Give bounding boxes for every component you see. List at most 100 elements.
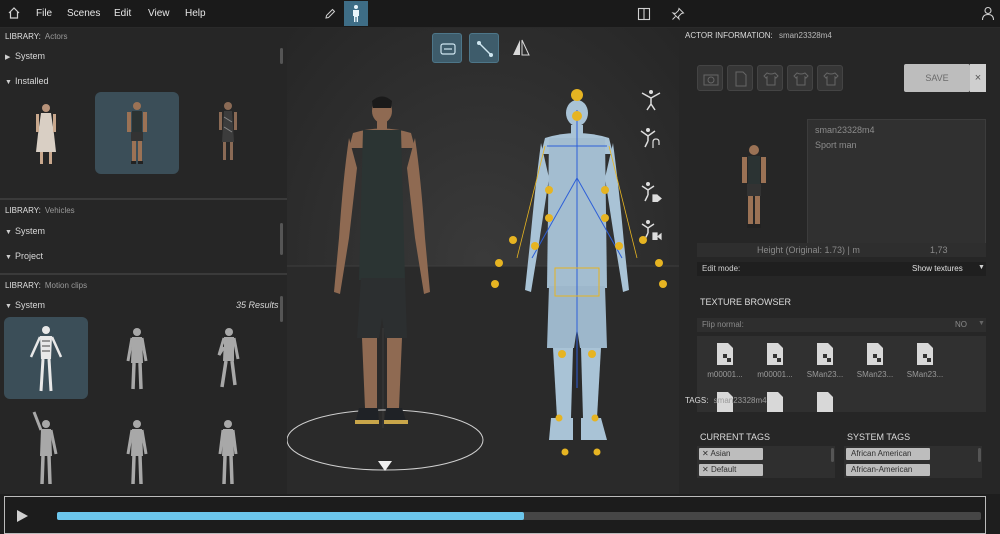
mannequin-figure-image	[32, 411, 58, 485]
texture-file-icon[interactable]	[815, 391, 835, 412]
tags-value[interactable]: sman23328m4	[714, 396, 767, 405]
menu-scenes[interactable]: Scenes	[67, 8, 100, 19]
scene-render-image	[287, 89, 679, 494]
actors-scrollbar[interactable]	[280, 48, 283, 64]
texture-item[interactable]: SMan23...	[802, 336, 848, 379]
split-view-icon[interactable]	[637, 7, 651, 21]
system-tag[interactable]: African American	[846, 448, 930, 460]
texture-item[interactable]: SMan23...	[852, 336, 898, 379]
height-label: Height (Original: 1.73) | m	[757, 245, 860, 255]
motion-clip-thumbnail[interactable]	[95, 406, 179, 488]
pencil-icon[interactable]	[323, 7, 337, 21]
chevron-down-icon: ▼	[5, 79, 12, 86]
menu-view[interactable]: View	[148, 8, 170, 19]
close-icon[interactable]: ✕	[702, 465, 709, 474]
snapshot-button[interactable]	[697, 65, 723, 91]
menu-file[interactable]: File	[36, 8, 52, 19]
tags-row: TAGS: sman23328m4	[685, 396, 767, 405]
actor-preview-image	[742, 145, 766, 228]
texture-item[interactable]: SMan23...	[902, 336, 948, 379]
vehicles-library-header: LIBRARY: Vehicles	[5, 206, 75, 215]
tree-vehicles-system[interactable]: ▼ System	[5, 226, 45, 236]
actor-info-header: ACTOR INFORMATION: sman23328m4	[685, 31, 832, 40]
timeline-bar	[4, 496, 986, 534]
pin-icon[interactable]	[671, 7, 685, 21]
shirt-sync-icon	[793, 72, 809, 86]
motion-library-header: LIBRARY: Motion clips	[5, 281, 88, 290]
timeline-progress	[57, 512, 524, 520]
chevron-down-icon[interactable]: ▼	[978, 320, 985, 327]
mannequin-figure-image	[218, 420, 238, 485]
height-value[interactable]: 1,73	[930, 245, 948, 255]
texture-file-icon[interactable]	[765, 391, 785, 412]
texture-item[interactable]: m00001...	[702, 336, 748, 379]
motion-category: Motion clips	[44, 281, 88, 290]
actor-thumbnail-woman-dress[interactable]	[4, 92, 88, 174]
motion-clip-thumbnail[interactable]	[95, 317, 179, 399]
close-icon[interactable]: ✕	[702, 449, 709, 458]
menu-edit[interactable]: Edit	[114, 8, 131, 19]
actor-info-id: sman23328m4	[778, 31, 832, 40]
menu-help[interactable]: Help	[185, 8, 206, 19]
chevron-right-icon: ▼	[5, 229, 12, 236]
3d-viewport[interactable]	[287, 28, 679, 494]
tree-vehicles-project[interactable]: ▼ Project	[5, 251, 43, 261]
mannequin-figure-image	[126, 328, 148, 390]
actor-figure-image	[36, 104, 56, 164]
motion-clip-thumbnail[interactable]	[186, 406, 270, 488]
file-icon	[735, 71, 747, 87]
actor-figure-image	[127, 102, 147, 164]
flip-normal-value[interactable]: NO	[955, 320, 967, 329]
actor-mode-button[interactable]	[344, 1, 368, 26]
tree-motion-system[interactable]: ▼ System	[5, 300, 45, 310]
actor-description-box[interactable]: sman23328m4 Sport man	[807, 119, 986, 244]
current-tags-scrollbar[interactable]	[831, 448, 834, 462]
chevron-down-icon[interactable]: ▼	[978, 264, 985, 271]
play-icon[interactable]	[15, 509, 29, 523]
texture-file-icon	[917, 343, 933, 365]
system-tag[interactable]: African-American	[846, 464, 930, 476]
actor-thumbnail-woman-pattern[interactable]	[186, 92, 270, 174]
user-icon[interactable]	[981, 6, 995, 21]
edit-mode-value[interactable]: Show textures	[912, 264, 963, 273]
chevron-right-icon: ▶	[5, 54, 11, 61]
texture-item[interactable]: m00001...	[752, 336, 798, 379]
sync-outfit-button[interactable]	[787, 65, 813, 91]
system-tags-list: African American African-American	[844, 446, 982, 478]
actor-thumbnail-sport-man[interactable]	[95, 92, 179, 174]
save-button[interactable]: SAVE	[904, 64, 970, 92]
camera-icon	[703, 74, 719, 86]
shirt-plus-icon	[763, 72, 779, 86]
texture-file-icon	[817, 343, 833, 365]
height-field[interactable]: Height (Original: 1.73) | m 1,73	[697, 243, 986, 257]
close-button[interactable]: ×	[970, 64, 986, 92]
tree-actors-system[interactable]: ▶ System	[5, 51, 45, 61]
tree-actors-installed[interactable]: ▼ Installed	[5, 76, 49, 86]
shirt-icon	[823, 72, 839, 86]
timeline-track[interactable]	[57, 512, 981, 520]
motion-scrollbar[interactable]	[280, 296, 283, 322]
edit-mode-row[interactable]: Edit mode: Show textures ▼	[697, 262, 986, 276]
home-icon[interactable]	[7, 6, 21, 20]
vehicles-scrollbar[interactable]	[280, 223, 283, 255]
section-divider	[0, 198, 287, 200]
outfit-button[interactable]	[817, 65, 843, 91]
vehicles-category: Vehicles	[44, 206, 75, 215]
texture-file-icon	[767, 343, 783, 365]
current-tag[interactable]: ✕ Default	[699, 464, 763, 476]
system-tags-scrollbar[interactable]	[978, 448, 981, 462]
motion-clip-thumbnail[interactable]	[186, 317, 270, 399]
library-panel: LIBRARY: Actors ▶ System ▼ Installed LIB…	[0, 28, 287, 494]
add-outfit-button[interactable]	[757, 65, 783, 91]
menu-bar: File Scenes Edit View Help	[0, 0, 1000, 28]
new-file-button[interactable]	[727, 65, 753, 91]
system-tags-header: SYSTEM TAGS	[847, 432, 911, 442]
texture-file-icon	[867, 343, 883, 365]
flip-normal-row[interactable]: Flip normal: NO ▼	[697, 318, 986, 332]
current-tag[interactable]: ✕ Asian	[699, 448, 763, 460]
motion-clip-thumbnail[interactable]	[4, 317, 88, 399]
actor-info-panel: ACTOR INFORMATION: sman23328m4 SAVE × sm…	[679, 28, 1000, 494]
actors-category: Actors	[44, 32, 68, 41]
mannequin-figure-image	[217, 328, 240, 388]
motion-clip-thumbnail[interactable]	[4, 406, 88, 488]
